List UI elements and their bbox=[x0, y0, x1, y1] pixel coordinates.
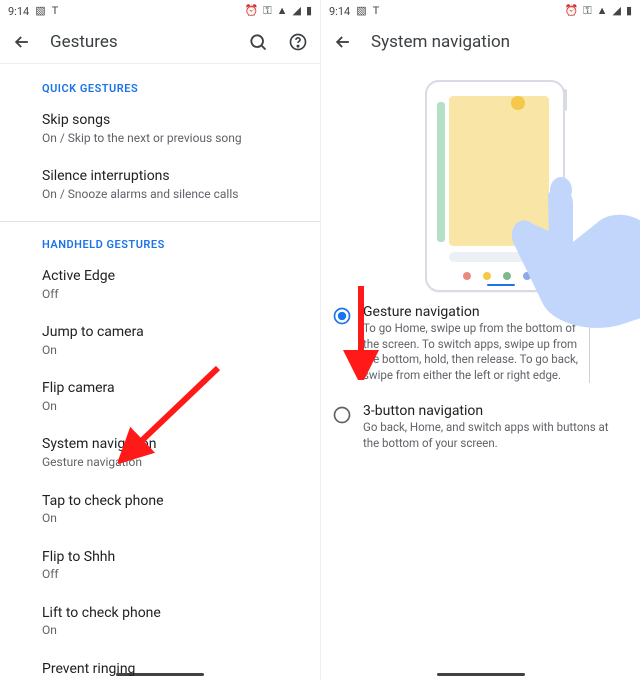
radio-unselected[interactable] bbox=[331, 405, 353, 425]
signal-icon: ◢ bbox=[612, 6, 620, 17]
battery-icon: ▮ bbox=[626, 6, 632, 17]
image-icon: ▧ bbox=[356, 6, 366, 17]
battery-icon: ▮ bbox=[306, 6, 312, 17]
radio-selected[interactable] bbox=[331, 306, 353, 326]
arrow-left-icon bbox=[333, 32, 353, 52]
app-bar: Gestures bbox=[0, 20, 320, 64]
app-bar: System navigation bbox=[321, 20, 640, 64]
item-flip-to-shhh[interactable]: Flip to Shhh Off bbox=[0, 538, 320, 594]
tesla-icon: T bbox=[52, 6, 59, 17]
radio-unchecked-icon bbox=[332, 405, 352, 425]
status-time: 9:14 bbox=[8, 5, 29, 18]
signal-icon: ◢ bbox=[292, 6, 300, 17]
item-lift-to-check[interactable]: Lift to check phone On bbox=[0, 594, 320, 650]
item-jump-to-camera[interactable]: Jump to camera On bbox=[0, 313, 320, 369]
section-header-handheld: HANDHELD GESTURES bbox=[0, 222, 320, 257]
help-button[interactable] bbox=[286, 30, 310, 54]
gestures-screen: 9:14 ▧ T ⏰ ⚿ ▲ ◢ ▮ Gestures bbox=[0, 0, 320, 680]
key-icon: ⚿ bbox=[263, 6, 271, 17]
item-system-navigation[interactable]: System navigation Gesture navigation bbox=[0, 425, 320, 481]
option-description: Go back, Home, and switch apps with butt… bbox=[363, 420, 626, 451]
status-bar: 9:14 ▧ T ⏰ ⚿ ▲ ◢ ▮ bbox=[321, 0, 640, 20]
page-title: System navigation bbox=[371, 32, 510, 52]
help-icon bbox=[288, 32, 308, 52]
section-header-quick: QUICK GESTURES bbox=[0, 66, 320, 101]
page-title: Gestures bbox=[50, 32, 118, 52]
item-silence-interruptions[interactable]: Silence interruptions On / Snooze alarms… bbox=[0, 157, 320, 213]
key-icon: ⚿ bbox=[583, 6, 591, 17]
wifi-icon: ▲ bbox=[277, 6, 288, 17]
alarm-icon: ⏰ bbox=[245, 6, 259, 17]
option-title: 3-button navigation bbox=[363, 403, 626, 419]
item-tap-to-check[interactable]: Tap to check phone On bbox=[0, 482, 320, 538]
radio-checked-icon bbox=[332, 306, 352, 326]
item-skip-songs[interactable]: Skip songs On / Skip to the next or prev… bbox=[0, 101, 320, 157]
option-3-button-navigation[interactable]: 3-button navigation Go back, Home, and s… bbox=[321, 393, 640, 461]
search-button[interactable] bbox=[246, 30, 270, 54]
gesture-nav-handle[interactable] bbox=[437, 673, 525, 676]
gesture-nav-handle[interactable] bbox=[116, 673, 204, 676]
item-flip-camera[interactable]: Flip camera On bbox=[0, 369, 320, 425]
wifi-icon: ▲ bbox=[597, 6, 608, 17]
settings-list[interactable]: QUICK GESTURES Skip songs On / Skip to t… bbox=[0, 64, 320, 680]
illustration bbox=[321, 64, 640, 294]
alarm-icon: ⏰ bbox=[565, 6, 579, 17]
system-navigation-screen: 9:14 ▧ T ⏰ ⚿ ▲ ◢ ▮ System navigation bbox=[320, 0, 640, 680]
hand-illustration bbox=[503, 164, 640, 334]
search-icon bbox=[248, 32, 268, 52]
status-time: 9:14 bbox=[329, 5, 350, 18]
back-button[interactable] bbox=[10, 30, 34, 54]
back-button[interactable] bbox=[331, 30, 355, 54]
tesla-icon: T bbox=[373, 6, 380, 17]
item-active-edge[interactable]: Active Edge Off bbox=[0, 257, 320, 313]
arrow-left-icon bbox=[12, 32, 32, 52]
image-icon: ▧ bbox=[35, 6, 45, 17]
status-bar: 9:14 ▧ T ⏰ ⚿ ▲ ◢ ▮ bbox=[0, 0, 320, 20]
